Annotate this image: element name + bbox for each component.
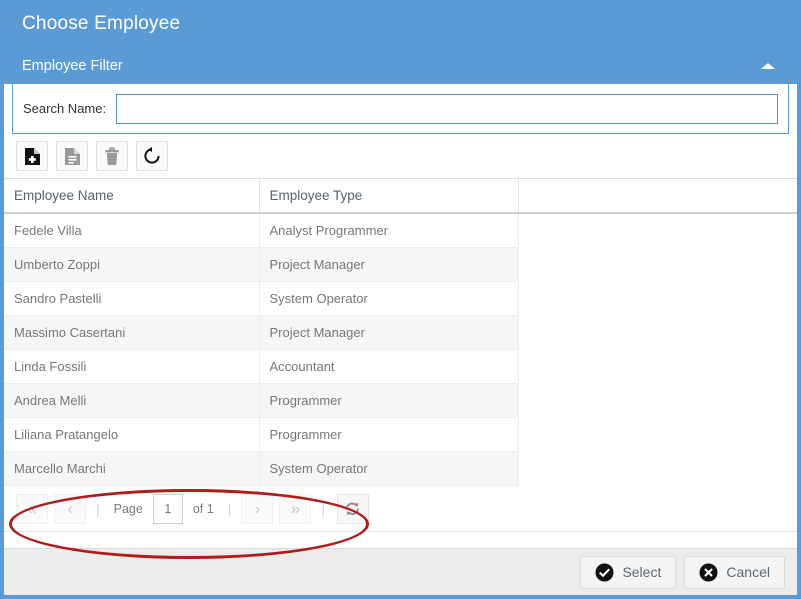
edit-record-button[interactable] [56, 141, 88, 171]
table-row[interactable]: Umberto Zoppi Project Manager [4, 247, 797, 282]
select-button[interactable]: Select [580, 555, 677, 589]
file-plus-icon [24, 147, 40, 165]
pager-refresh-button[interactable] [336, 493, 369, 524]
pager-separator: | [321, 500, 325, 517]
employee-grid: Employee Name Employee Type Fedele Villa… [4, 178, 797, 486]
dialog-footer: Select Cancel [4, 548, 797, 595]
pager-prev-button[interactable]: ‹ [54, 493, 86, 524]
search-name-input[interactable] [116, 93, 778, 124]
pager-first-button[interactable]: « [16, 493, 48, 524]
table-row[interactable]: Linda Fossili Accountant [4, 349, 797, 384]
pager-of-label: of 1 [192, 501, 214, 516]
column-header-employee-type[interactable]: Employee Type [259, 179, 519, 214]
check-circle-icon [595, 563, 614, 581]
file-lines-icon [64, 147, 80, 165]
cell-empty [518, 213, 797, 248]
reload-button[interactable] [136, 141, 168, 171]
grid-toolbar [4, 134, 797, 178]
cell-empty [518, 451, 797, 486]
grid-pager: « ‹ | Page of 1 | › » | [4, 486, 797, 532]
pager-last-button[interactable]: » [279, 493, 312, 524]
cell-employee-type: System Operator [259, 451, 519, 486]
x-circle-icon [699, 563, 718, 581]
select-button-label: Select [622, 564, 662, 580]
cell-empty [518, 315, 797, 350]
table-row[interactable]: Fedele Villa Analyst Programmer [4, 213, 797, 248]
new-record-button[interactable] [16, 141, 48, 171]
chevron-up-icon[interactable] [761, 63, 775, 69]
cell-empty [518, 247, 797, 282]
dialog-header: Choose Employee [4, 0, 797, 48]
pager-next-button[interactable]: › [241, 493, 274, 524]
table-row[interactable]: Marcello Marchi System Operator [4, 451, 797, 486]
cell-employee-name: Sandro Pastelli [4, 281, 260, 316]
choose-employee-dialog: Choose Employee Employee Filter Search N… [0, 0, 801, 599]
table-row[interactable]: Sandro Pastelli System Operator [4, 281, 797, 316]
pager-page-input[interactable] [152, 493, 183, 524]
column-header-employee-name[interactable]: Employee Name [4, 179, 260, 214]
trash-icon [105, 147, 119, 165]
refresh-pager-icon [346, 501, 360, 515]
employee-filter-label: Employee Filter [22, 58, 123, 74]
grid-body: Fedele Villa Analyst Programmer Umberto … [4, 213, 797, 486]
cell-employee-name: Umberto Zoppi [4, 247, 260, 282]
cell-empty [518, 350, 797, 384]
table-row[interactable]: Andrea Melli Programmer [4, 383, 797, 418]
cell-employee-type: System Operator [259, 281, 519, 316]
pager-separator: | [227, 500, 232, 517]
cell-employee-type: Project Manager [259, 315, 519, 350]
cell-employee-type: Project Manager [259, 247, 519, 282]
cell-employee-name: Massimo Casertani [4, 315, 260, 350]
cell-employee-type: Programmer [259, 417, 519, 452]
cell-employee-name: Linda Fossili [4, 349, 260, 384]
cell-employee-name: Andrea Melli [4, 383, 260, 418]
filter-panel: Search Name: [12, 84, 789, 134]
employee-filter-bar[interactable]: Employee Filter [4, 48, 797, 84]
cell-employee-type: Accountant [259, 349, 519, 384]
table-row[interactable]: Massimo Casertani Project Manager [4, 315, 797, 350]
column-header-empty [518, 179, 797, 214]
pager-separator: | [96, 500, 100, 517]
delete-record-button[interactable] [96, 141, 128, 171]
search-name-label: Search Name: [23, 101, 107, 116]
table-row[interactable]: Liliana Pratangelo Programmer [4, 417, 797, 452]
cell-employee-name: Marcello Marchi [4, 451, 260, 486]
cell-empty [518, 282, 797, 316]
cell-employee-name: Liliana Pratangelo [4, 417, 260, 452]
cancel-button-label: Cancel [726, 564, 770, 580]
dialog-title: Choose Employee [22, 13, 181, 34]
cancel-button[interactable]: Cancel [684, 555, 785, 589]
cell-empty [518, 418, 797, 452]
refresh-arrow-icon [144, 147, 160, 164]
pager-page-label: Page [113, 501, 143, 516]
cell-employee-name: Fedele Villa [4, 213, 260, 248]
cell-employee-type: Programmer [259, 383, 519, 418]
cell-employee-type: Analyst Programmer [259, 213, 519, 248]
cell-empty [518, 383, 797, 418]
grid-header-row: Employee Name Employee Type [4, 179, 797, 214]
